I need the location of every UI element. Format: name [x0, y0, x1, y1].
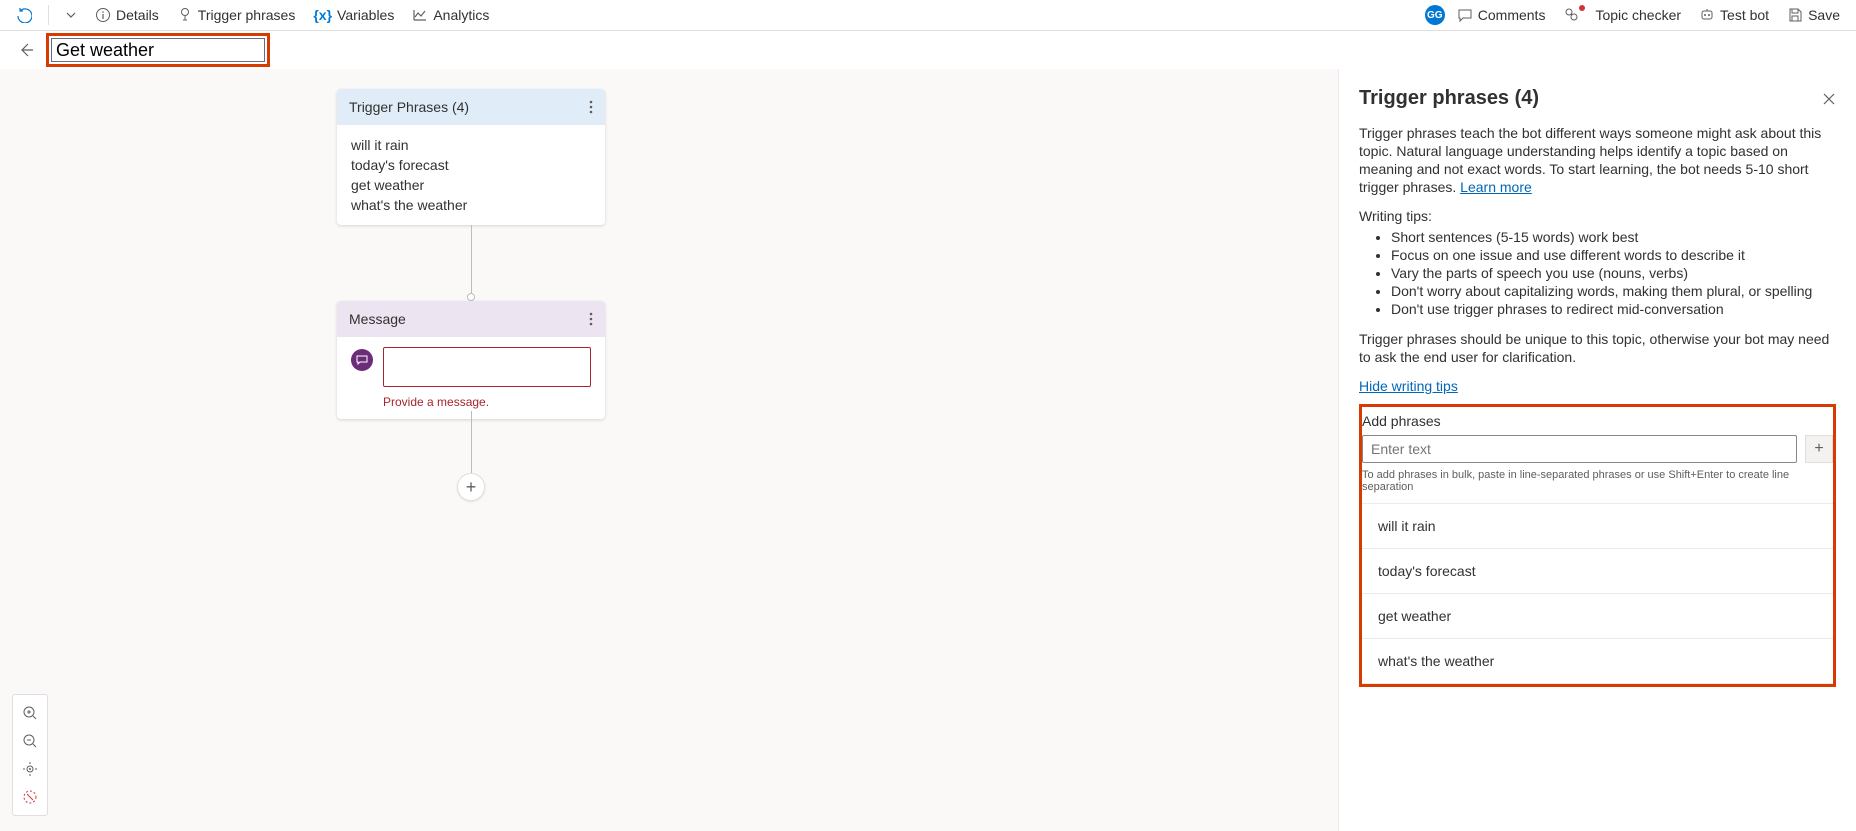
connector-line	[471, 411, 472, 473]
info-icon	[95, 7, 111, 23]
title-row	[0, 31, 1856, 69]
trigger-phrases-node[interactable]: Trigger Phrases (4) will it rain today's…	[337, 89, 605, 225]
topic-name-input[interactable]	[51, 38, 265, 62]
trigger-node-title: Trigger Phrases (4)	[349, 99, 469, 115]
authoring-canvas[interactable]: Trigger Phrases (4) will it rain today's…	[0, 69, 1338, 831]
toolbar-right: GG Comments Topic checker Test bot Save	[1425, 3, 1846, 27]
panel-close-button[interactable]	[1822, 92, 1836, 106]
tips-list: Short sentences (5-15 words) work best F…	[1359, 228, 1836, 318]
tip-item: Don't worry about capitalizing words, ma…	[1391, 282, 1836, 300]
topic-checker-label: Topic checker	[1595, 7, 1681, 23]
save-icon	[1787, 7, 1803, 23]
toolbar-left: Details Trigger phrases {x} Variables An…	[10, 3, 495, 27]
zoom-in-button[interactable]	[22, 705, 38, 721]
undo-button[interactable]	[10, 3, 38, 27]
analytics-icon	[412, 7, 428, 23]
variables-button[interactable]: {x} Variables	[307, 3, 400, 27]
back-button[interactable]	[18, 42, 34, 58]
phrase-text: will it rain	[351, 135, 591, 155]
message-icon	[351, 349, 373, 371]
panel-intro2: Trigger phrases should be unique to this…	[1359, 330, 1836, 366]
fit-view-button[interactable]	[22, 761, 38, 777]
learn-more-link[interactable]: Learn more	[1460, 179, 1532, 195]
connector-line	[471, 225, 472, 293]
add-phrases-highlight: Add phrases + To add phrases in bulk, pa…	[1359, 404, 1836, 687]
bot-icon	[1699, 7, 1715, 23]
message-error-text: Provide a message.	[383, 395, 605, 419]
trigger-phrases-panel: Trigger phrases (4) Trigger phrases teac…	[1338, 69, 1856, 831]
top-toolbar: Details Trigger phrases {x} Variables An…	[0, 0, 1856, 31]
message-node-title: Message	[349, 311, 406, 327]
undo-icon	[16, 7, 32, 23]
phrase-text: what's the weather	[351, 195, 591, 215]
test-bot-label: Test bot	[1720, 7, 1769, 23]
save-label: Save	[1808, 7, 1840, 23]
reset-view-button[interactable]	[22, 789, 38, 805]
analytics-button[interactable]: Analytics	[406, 3, 495, 27]
panel-intro: Trigger phrases teach the bot different …	[1359, 124, 1836, 196]
phrase-list: will it rain today's forecast get weathe…	[1362, 503, 1833, 684]
comments-label: Comments	[1478, 7, 1546, 23]
tip-item: Short sentences (5-15 words) work best	[1391, 228, 1836, 246]
details-label: Details	[116, 7, 159, 23]
panel-title: Trigger phrases (4)	[1359, 87, 1539, 110]
message-node-body	[337, 337, 605, 401]
message-node-header: Message	[337, 301, 605, 337]
topic-checker-button[interactable]: Topic checker	[1557, 3, 1687, 27]
chevron-down-icon	[65, 9, 77, 21]
variables-icon: {x}	[313, 7, 332, 23]
zoom-out-button[interactable]	[22, 733, 38, 749]
tip-item: Focus on one issue and use different wor…	[1391, 246, 1836, 264]
connector-dot	[467, 293, 475, 301]
trigger-node-header: Trigger Phrases (4)	[337, 89, 605, 125]
tips-title: Writing tips:	[1359, 208, 1836, 224]
trigger-phrases-button[interactable]: Trigger phrases	[171, 3, 302, 27]
trigger-node-body: will it rain today's forecast get weathe…	[337, 125, 605, 225]
add-phrases-label: Add phrases	[1362, 413, 1833, 429]
test-bot-button[interactable]: Test bot	[1693, 3, 1775, 27]
variables-label: Variables	[337, 7, 394, 23]
phrase-text: get weather	[351, 175, 591, 195]
topic-name-highlight	[46, 33, 270, 67]
add-phrase-row: +	[1362, 435, 1833, 463]
phrase-row[interactable]: what's the weather	[1362, 639, 1833, 684]
separator	[48, 5, 49, 25]
trigger-icon	[177, 7, 193, 23]
comment-icon	[1457, 7, 1473, 23]
save-button[interactable]: Save	[1781, 3, 1846, 27]
phrase-row[interactable]: today's forecast	[1362, 549, 1833, 594]
panel-title-row: Trigger phrases (4)	[1359, 87, 1836, 110]
comments-button[interactable]: Comments	[1451, 3, 1552, 27]
trigger-node-menu[interactable]	[589, 100, 593, 114]
add-phrase-input[interactable]	[1362, 435, 1797, 463]
details-button[interactable]: Details	[89, 3, 165, 27]
more-dropdown[interactable]	[59, 5, 83, 25]
hide-tips-link[interactable]: Hide writing tips	[1359, 378, 1836, 394]
tip-item: Vary the parts of speech you use (nouns,…	[1391, 264, 1836, 282]
analytics-label: Analytics	[433, 7, 489, 23]
message-text-input[interactable]	[383, 347, 591, 387]
phrase-row[interactable]: get weather	[1362, 594, 1833, 639]
bulk-hint: To add phrases in bulk, paste in line-se…	[1362, 469, 1833, 493]
add-phrase-button[interactable]: +	[1805, 435, 1833, 463]
trigger-label: Trigger phrases	[198, 7, 296, 23]
user-avatar[interactable]: GG	[1425, 5, 1445, 25]
phrase-row[interactable]: will it rain	[1362, 504, 1833, 549]
topic-checker-icon	[1563, 7, 1579, 23]
phrase-text: today's forecast	[351, 155, 591, 175]
zoom-controls	[12, 694, 48, 816]
alert-dot-icon	[1579, 5, 1585, 11]
add-node-button[interactable]: +	[457, 473, 485, 501]
message-node-menu[interactable]	[589, 312, 593, 326]
message-node[interactable]: Message Provide a message.	[337, 301, 605, 419]
tip-item: Don't use trigger phrases to redirect mi…	[1391, 300, 1836, 318]
